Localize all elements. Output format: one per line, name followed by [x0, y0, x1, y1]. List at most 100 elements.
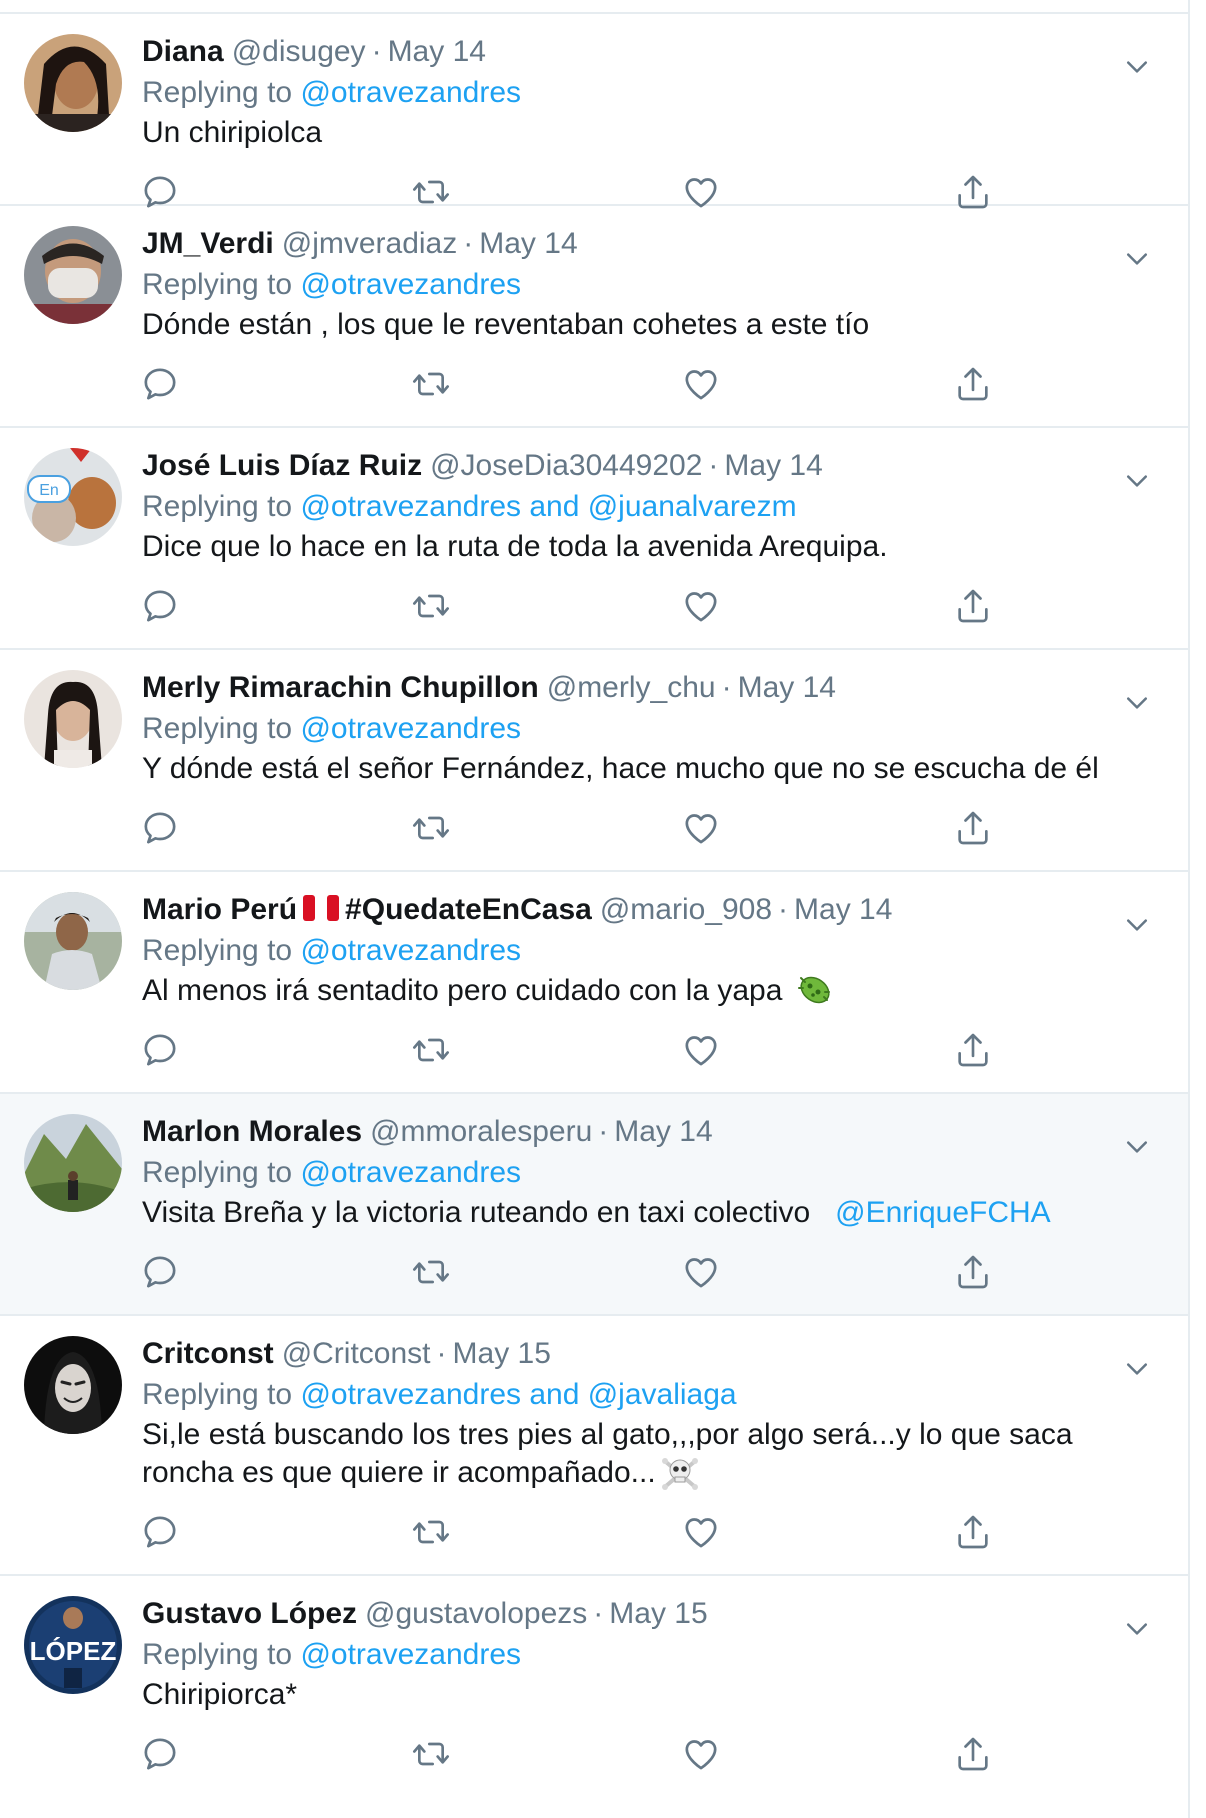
- avatar[interactable]: [24, 670, 122, 768]
- tweet-actions: [0, 344, 1188, 436]
- share-icon[interactable]: [953, 586, 993, 626]
- display-name[interactable]: Marlon Morales: [142, 1115, 362, 1148]
- like-icon[interactable]: [681, 808, 721, 848]
- separator-dot: ·: [708, 449, 719, 482]
- user-handle[interactable]: @disugey: [232, 35, 366, 68]
- tweet-date[interactable]: May 14: [614, 1115, 712, 1148]
- replying-to-label: Replying to: [142, 76, 293, 109]
- reply-tweet[interactable]: Diana @disugey · May 14 Replying to @otrave…: [0, 14, 1188, 206]
- user-handle[interactable]: @jmveradiaz: [282, 227, 458, 260]
- tweet-text-wrapper: Al menos irá sentadito pero cuidado con …: [142, 972, 1128, 1010]
- retweet-icon[interactable]: [411, 1030, 451, 1070]
- avatar[interactable]: [24, 1336, 122, 1434]
- user-handle[interactable]: @merly_chu: [547, 671, 716, 704]
- tweet-text-line2: roncha es que quiere ir acompañado...: [142, 1456, 656, 1489]
- like-icon[interactable]: [681, 586, 721, 626]
- chevron-down-icon[interactable]: [1122, 1132, 1152, 1162]
- tweet-actions: [0, 1714, 1188, 1806]
- retweet-icon[interactable]: [411, 1512, 451, 1552]
- share-icon[interactable]: [953, 808, 993, 848]
- share-icon[interactable]: [953, 1512, 993, 1552]
- replying-to-link[interactable]: @otravezandres: [300, 934, 521, 967]
- reply-tweet[interactable]: Critconst @Critconst · May 15 Replying to @…: [0, 1316, 1188, 1576]
- replying-to-link[interactable]: @otravezandres: [300, 1156, 521, 1189]
- chevron-down-icon[interactable]: [1122, 466, 1152, 496]
- replying-to: Replying to @otravezandres: [142, 708, 1128, 750]
- reply-tweet[interactable]: Merly Rimarachin Chupillon @merly_chu · May…: [0, 650, 1188, 872]
- reply-icon[interactable]: [140, 586, 180, 626]
- display-name[interactable]: Merly Rimarachin Chupillon: [142, 671, 539, 704]
- display-name[interactable]: Critconst: [142, 1337, 274, 1370]
- user-handle[interactable]: @mario_908: [600, 893, 772, 926]
- reply-tweet[interactable]: En José Luis Díaz Ruiz @JoseDia30449202 · M…: [0, 428, 1188, 650]
- retweet-icon[interactable]: [411, 1252, 451, 1292]
- avatar[interactable]: [24, 1114, 122, 1212]
- tweet-text: Dice que lo hace en la ruta de toda la a…: [142, 530, 888, 563]
- tweet-text-wrapper: Visita Breña y la victoria ruteando en t…: [142, 1194, 1128, 1232]
- avatar[interactable]: [24, 892, 122, 990]
- reply-icon[interactable]: [140, 1030, 180, 1070]
- chevron-down-icon[interactable]: [1122, 910, 1152, 940]
- user-handle[interactable]: @Critconst: [282, 1337, 431, 1370]
- chevron-down-icon[interactable]: [1122, 52, 1152, 82]
- replying-to: Replying to @otravezandres and @javaliag…: [142, 1374, 1128, 1416]
- replying-to-link[interactable]: @otravezandres: [300, 1638, 521, 1671]
- reply-icon[interactable]: [140, 1252, 180, 1292]
- chevron-down-icon[interactable]: [1122, 1614, 1152, 1644]
- user-handle[interactable]: @gustavolopezs: [365, 1597, 587, 1630]
- avatar[interactable]: LÓPEZ: [24, 1596, 122, 1694]
- display-name[interactable]: José Luis Díaz Ruiz: [142, 449, 422, 482]
- like-icon[interactable]: [681, 1734, 721, 1774]
- reply-icon[interactable]: [140, 1512, 180, 1552]
- reply-icon[interactable]: [140, 808, 180, 848]
- reply-tweet[interactable]: Marlon Morales @mmoralesperu · May 14 Reply…: [0, 1094, 1188, 1316]
- avatar[interactable]: En: [24, 448, 122, 546]
- mention-link[interactable]: @EnriqueFCHA: [835, 1196, 1051, 1229]
- avatar[interactable]: [24, 226, 122, 324]
- user-handle[interactable]: @mmoralesperu: [370, 1115, 592, 1148]
- reply-tweet[interactable]: JM_Verdi @jmveradiaz · May 14 Replying to @…: [0, 206, 1188, 428]
- replying-to-link[interactable]: @otravezandres: [300, 268, 521, 301]
- chevron-down-icon[interactable]: [1122, 244, 1152, 274]
- replying-to-link[interactable]: @otravezandres: [300, 712, 521, 745]
- chevron-down-icon[interactable]: [1122, 1354, 1152, 1384]
- tweet-date[interactable]: May 14: [388, 35, 486, 68]
- tweet-date[interactable]: May 14: [724, 449, 822, 482]
- like-icon[interactable]: [681, 1252, 721, 1292]
- tweet-date[interactable]: May 14: [794, 893, 892, 926]
- tweet-date[interactable]: May 14: [738, 671, 836, 704]
- replying-to-link[interactable]: @otravezandres and @javaliaga: [300, 1378, 736, 1411]
- tweet-text: Un chiripiolca: [142, 116, 323, 149]
- retweet-icon[interactable]: [411, 364, 451, 404]
- share-icon[interactable]: [953, 1252, 993, 1292]
- share-icon[interactable]: [953, 364, 993, 404]
- retweet-icon[interactable]: [411, 586, 451, 626]
- display-name[interactable]: Diana: [142, 35, 224, 68]
- replying-to-link[interactable]: @otravezandres and @juanalvarezm: [300, 490, 796, 523]
- user-handle[interactable]: @JoseDia30449202: [430, 449, 702, 482]
- display-name[interactable]: JM_Verdi: [142, 227, 274, 260]
- retweet-icon[interactable]: [411, 808, 451, 848]
- display-name-part2[interactable]: #QuedateEnCasa: [345, 893, 592, 926]
- peru-flag-icon: [303, 895, 340, 921]
- reply-icon[interactable]: [140, 1734, 180, 1774]
- like-icon[interactable]: [681, 1030, 721, 1070]
- like-icon[interactable]: [681, 364, 721, 404]
- tweet-date[interactable]: May 15: [453, 1337, 551, 1370]
- replying-to-label: Replying to: [142, 934, 293, 967]
- share-icon[interactable]: [953, 1734, 993, 1774]
- reply-icon[interactable]: [140, 364, 180, 404]
- tweet-date[interactable]: May 14: [479, 227, 577, 260]
- replies-timeline: Diana @disugey · May 14 Replying to @otrave…: [0, 0, 1190, 1818]
- chevron-down-icon[interactable]: [1122, 688, 1152, 718]
- reply-tweet[interactable]: LÓPEZ Gustavo López @gustavolopezs · May 15…: [0, 1576, 1188, 1798]
- like-icon[interactable]: [681, 1512, 721, 1552]
- replying-to-link[interactable]: @otravezandres: [300, 76, 521, 109]
- reply-tweet[interactable]: Mario Perú #QuedateEnCasa @mario_908 · May 1…: [0, 872, 1188, 1094]
- share-icon[interactable]: [953, 1030, 993, 1070]
- display-name-part1[interactable]: Mario Perú: [142, 893, 297, 926]
- display-name[interactable]: Gustavo López: [142, 1597, 357, 1630]
- avatar[interactable]: [24, 34, 122, 132]
- retweet-icon[interactable]: [411, 1734, 451, 1774]
- tweet-date[interactable]: May 15: [609, 1597, 707, 1630]
